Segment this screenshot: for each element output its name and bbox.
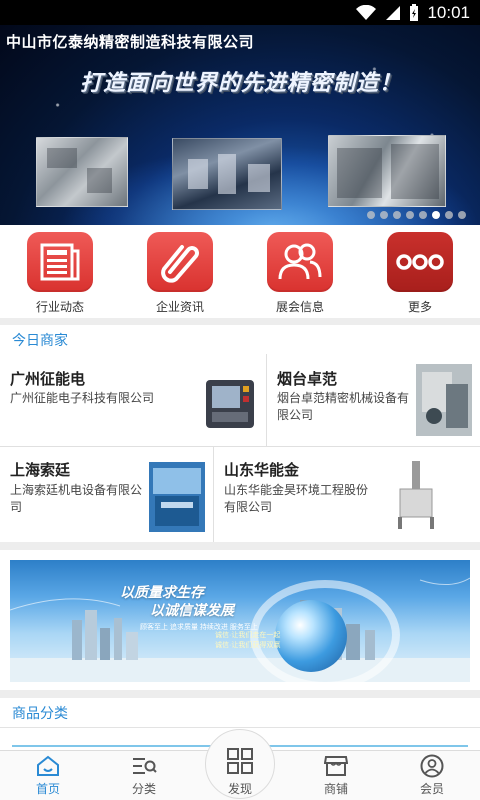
user-icon (420, 754, 444, 778)
promo-section: 以质量求生存 以诚信谋发展 顾客至上 追求质量 持续改进 服务至上 诚信·让我们… (0, 550, 480, 690)
merchants-section-title: 今日商家 (0, 325, 480, 355)
merchant-grid: 广州征能电 广州征能电子科技有限公司 烟台卓范 烟台卓范精密机械设备有限公司 上… (0, 354, 480, 542)
merchant-card[interactable]: 上海索廷 上海索廷机电设备有限公司 (0, 447, 213, 542)
clock: 10:01 (427, 2, 470, 22)
banner-slogan: 打造面向世界的先进精密制造！ (80, 70, 403, 95)
globe-graphic (275, 600, 347, 672)
merchant-description: 广州征能电子科技有限公司 (10, 391, 155, 405)
merchant-description: 山东华能金昊环境工程股份有限公司 (224, 483, 369, 514)
people-icon (267, 232, 333, 292)
carousel-dot[interactable] (445, 211, 453, 219)
city-skyline-graphic (10, 577, 470, 682)
merchant-description: 烟台卓范精密机械设备有限公司 (277, 391, 410, 422)
carousel-dot[interactable] (458, 211, 466, 219)
carousel-dot[interactable] (393, 211, 401, 219)
paperclip-icon (147, 232, 213, 292)
banner-product-image (36, 137, 128, 207)
banner-product-image (172, 138, 282, 210)
merchant-product-image (416, 364, 472, 436)
promo-slogan-2: 以诚信谋发展 (150, 602, 234, 618)
shop-icon (324, 754, 348, 778)
nav-discover[interactable]: 发现 (192, 729, 288, 800)
merchant-product-image (149, 462, 205, 532)
quick-nav-exhibition-info[interactable]: 展会信息 (240, 225, 360, 318)
merchant-card[interactable]: 山东华能金 山东华能金昊环境工程股份有限公司 (214, 447, 480, 542)
merchant-name: 山东华能金 (224, 462, 300, 479)
category-icon (131, 754, 157, 778)
bottom-nav: 首页 分类 发现 商铺 会员 (0, 729, 480, 800)
merchant-product-image (386, 459, 446, 531)
category-section-title: 商品分类 (0, 698, 480, 728)
merchant-name: 上海索廷 (10, 462, 71, 479)
nav-label: 分类 (131, 782, 156, 796)
promo-tagline-1: 诚信·让我们走在一起 (215, 632, 281, 639)
battery-icon (409, 3, 419, 22)
carousel-dot[interactable] (406, 211, 414, 219)
nav-label: 首页 (35, 782, 60, 796)
quick-nav-label: 行业动态 (35, 300, 84, 314)
nav-label: 发现 (227, 782, 252, 796)
quick-nav-more[interactable]: 更多 (360, 225, 480, 318)
merchant-card[interactable]: 烟台卓范 烟台卓范精密机械设备有限公司 (267, 354, 480, 446)
signal-icon (385, 5, 401, 21)
carousel-indicator[interactable] (367, 211, 466, 219)
grid-icon (226, 746, 254, 776)
merchant-product-image (202, 374, 258, 432)
nav-label: 商铺 (323, 782, 348, 796)
quick-nav-label: 展会信息 (275, 300, 324, 314)
promo-banner[interactable]: 以质量求生存 以诚信谋发展 顾客至上 追求质量 持续改进 服务至上 诚信·让我们… (10, 560, 470, 682)
nav-member[interactable]: 会员 (384, 751, 480, 800)
more-dots-icon (387, 232, 453, 292)
quick-nav-label: 更多 (407, 300, 432, 314)
carousel-dot[interactable] (367, 211, 375, 219)
quick-nav: 行业动态 企业资讯 展会信息 更多 (0, 225, 480, 318)
banner-product-image (328, 135, 446, 207)
nav-home[interactable]: 首页 (0, 751, 96, 800)
nav-shop[interactable]: 商铺 (288, 751, 384, 800)
merchant-description: 上海索廷机电设备有限公司 (10, 483, 143, 514)
nav-category[interactable]: 分类 (96, 751, 192, 800)
carousel-dot[interactable] (432, 211, 440, 219)
promo-slogan-1: 以质量求生存 (120, 584, 204, 600)
merchant-name: 广州征能电 (10, 371, 86, 388)
merchant-name: 烟台卓范 (277, 371, 338, 388)
quick-nav-company-news[interactable]: 企业资讯 (120, 225, 240, 318)
banner-company-name: 中山市亿泰纳精密制造科技有限公司 (6, 34, 255, 51)
promo-tagline-2: 诚信·让我们获得双赢 (215, 642, 281, 649)
status-bar: 10:01 (0, 0, 480, 25)
screen: 10:01 中山市亿泰纳精密制造科技有限公司 打造面向世界的先进精密制造！ 行业… (0, 0, 480, 800)
home-icon (36, 754, 60, 778)
quick-nav-industry-news[interactable]: 行业动态 (0, 225, 120, 318)
nav-label: 会员 (419, 782, 444, 796)
merchant-card[interactable]: 广州征能电 广州征能电子科技有限公司 (0, 354, 266, 446)
quick-nav-label: 企业资讯 (155, 300, 204, 314)
carousel-dot[interactable] (380, 211, 388, 219)
carousel-dot[interactable] (419, 211, 427, 219)
newspaper-icon (27, 232, 93, 292)
wifi-icon (355, 4, 377, 21)
banner-carousel[interactable]: 中山市亿泰纳精密制造科技有限公司 打造面向世界的先进精密制造！ (0, 25, 480, 225)
